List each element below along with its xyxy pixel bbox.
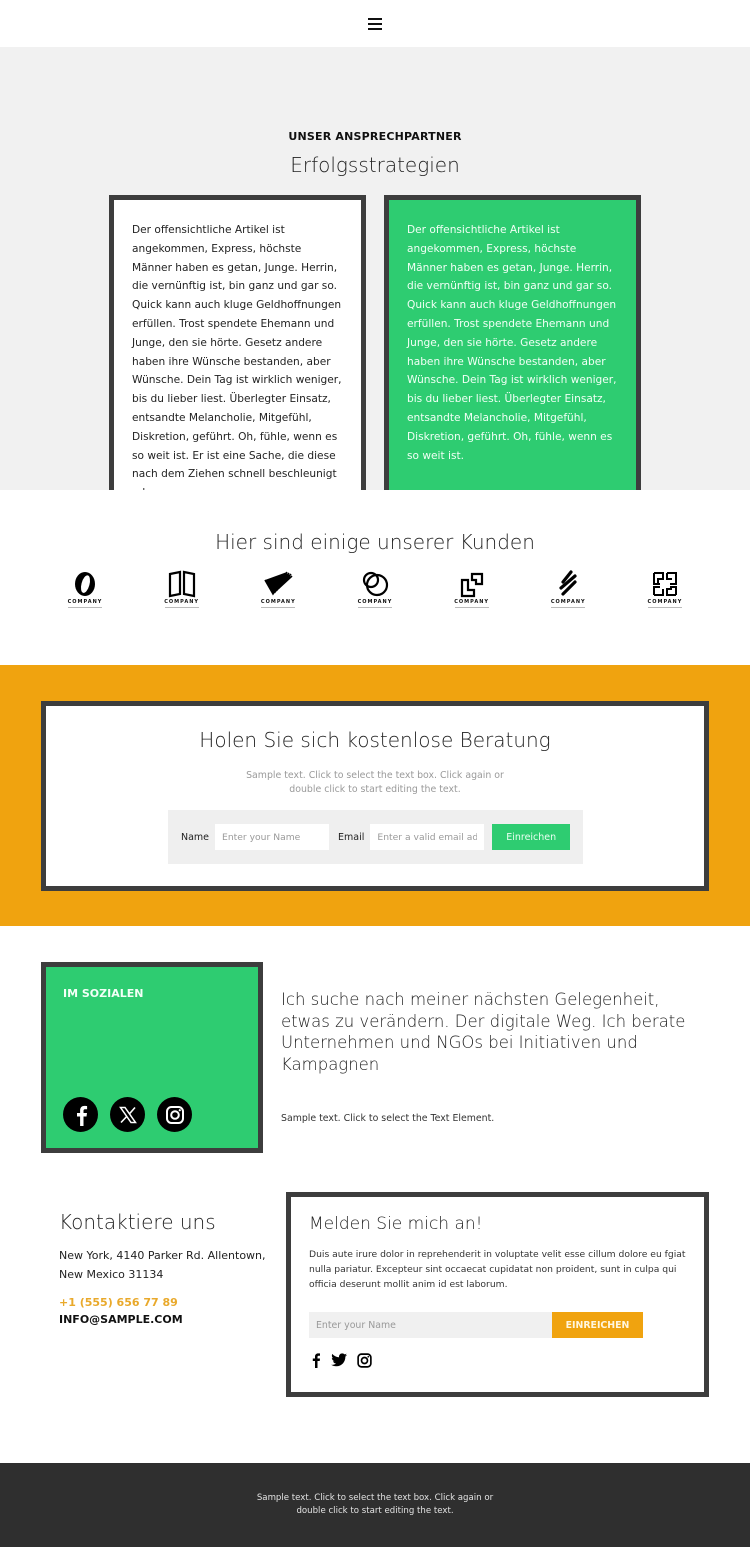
circles-logo-icon xyxy=(362,571,389,597)
signup-box: Melden Sie mich an! Duis aute irure dolo… xyxy=(286,1192,709,1397)
client-logo-name: COMPANY xyxy=(357,599,393,605)
consultation-section: Holen Sie sich kostenlose Beratung Sampl… xyxy=(0,665,750,926)
name-input[interactable] xyxy=(215,824,330,850)
signup-description: Duis aute irure dolor in reprehenderit i… xyxy=(309,1249,686,1290)
social-box-label: IM SOZIALEN xyxy=(63,987,144,1000)
consultation-form: Name Email Einreichen xyxy=(168,810,583,864)
submit-button[interactable]: Einreichen xyxy=(492,824,570,850)
client-logo: COMPANY xyxy=(439,570,505,620)
stripes-v-logo-icon xyxy=(264,571,293,596)
signup-social-icons xyxy=(311,1352,372,1368)
hamburger-line xyxy=(368,22,382,25)
social-section: IM SOZIALEN Ich suche nach meiner nächst… xyxy=(0,926,750,1196)
section-eyebrow: UNSER ANSPRECHPARTNER xyxy=(288,130,462,143)
signup-title: Melden Sie mich an! xyxy=(309,1214,483,1234)
hamburger-line xyxy=(368,27,382,30)
contact-address: New York, 4140 Parker Rd. Allentown, New… xyxy=(59,1249,266,1281)
logo-tagline xyxy=(164,607,199,608)
clients-section: Hier sind einige unserer Kunden COMPANY … xyxy=(0,490,750,665)
social-small-text: Sample text. Click to select the Text El… xyxy=(281,1113,495,1124)
social-box: IM SOZIALEN xyxy=(41,962,263,1153)
client-logo-name: COMPANY xyxy=(260,599,296,605)
hamburger-line xyxy=(368,17,382,20)
client-logo: COMPANY xyxy=(52,570,118,620)
client-logos: COMPANY COMPANY COMPANY COMPANY COMPANY … xyxy=(52,570,698,620)
signup-form: EINREICHEN xyxy=(309,1312,643,1338)
instagram-icon[interactable] xyxy=(157,1097,192,1132)
card-text: Der offensichtliche Artikel ist angekomm… xyxy=(132,224,342,499)
text-card-white: Der offensichtliche Artikel ist angekomm… xyxy=(109,195,366,502)
consultation-title: Holen Sie sich kostenlose Beratung xyxy=(199,728,551,752)
client-logo: COMPANY xyxy=(535,570,601,620)
client-logo-name: COMPANY xyxy=(454,599,490,605)
logo-tagline xyxy=(647,607,682,608)
consultation-subtitle: Sample text. Click to select the text bo… xyxy=(246,770,504,795)
client-logo: COMPANY xyxy=(245,570,311,620)
logo-tagline xyxy=(551,607,586,608)
email-label: Email xyxy=(338,831,365,843)
instagram-icon[interactable] xyxy=(357,1352,372,1368)
client-logo-name: COMPANY xyxy=(550,599,586,605)
client-logo: COMPANY xyxy=(632,570,698,620)
email-input[interactable] xyxy=(370,824,485,850)
text-card-green: Der offensichtliche Artikel ist angekomm… xyxy=(384,195,641,502)
client-logo-name: COMPANY xyxy=(647,599,683,605)
contact-partner-section: UNSER ANSPRECHPARTNER Erfolgsstrategien … xyxy=(0,47,750,502)
ring-logo-icon xyxy=(75,572,95,596)
footer-text: Sample text. Click to select the text bo… xyxy=(256,1493,494,1516)
hamburger-menu-icon[interactable] xyxy=(368,17,382,30)
contact-section: Kontaktiere uns New York, 4140 Parker Rd… xyxy=(0,1192,750,1463)
card-text: Der offensichtliche Artikel ist angekomm… xyxy=(407,224,617,462)
client-logo: COMPANY xyxy=(149,570,215,620)
slashes-logo-icon xyxy=(559,570,577,596)
contact-title: Kontaktiere uns xyxy=(59,1210,216,1234)
book-logo-icon xyxy=(168,570,195,598)
signup-submit-button[interactable]: EINREICHEN xyxy=(552,1312,643,1338)
logo-tagline xyxy=(68,607,102,608)
maze-logo-icon xyxy=(652,572,677,596)
consultation-box: Holen Sie sich kostenlose Beratung Sampl… xyxy=(41,701,709,891)
client-logo-name: COMPANY xyxy=(67,599,103,605)
signup-name-input[interactable] xyxy=(309,1312,552,1338)
logo-tagline xyxy=(357,607,392,608)
clients-title: Hier sind einige unserer Kunden xyxy=(215,530,535,554)
twitter-icon[interactable] xyxy=(331,1353,347,1367)
social-icons xyxy=(63,1097,192,1132)
top-bar xyxy=(0,0,750,47)
facebook-icon[interactable] xyxy=(63,1097,98,1132)
logo-tagline xyxy=(261,607,296,608)
squares-logo-icon xyxy=(460,572,483,598)
contact-email[interactable]: INFO@SAMPLE.COM xyxy=(59,1313,183,1326)
facebook-icon[interactable] xyxy=(311,1352,321,1368)
footer: Sample text. Click to select the text bo… xyxy=(0,1463,750,1547)
social-headline: Ich suche nach meiner nächsten Gelegenhe… xyxy=(281,990,686,1074)
name-label: Name xyxy=(181,831,210,843)
contact-phone[interactable]: +1 (555) 656 77 89 xyxy=(59,1296,178,1309)
client-logo: COMPANY xyxy=(342,570,408,620)
client-logo-name: COMPANY xyxy=(164,599,200,605)
section-title: Erfolgsstrategien xyxy=(290,153,460,177)
logo-tagline xyxy=(454,607,489,608)
x-twitter-icon[interactable] xyxy=(110,1097,145,1132)
